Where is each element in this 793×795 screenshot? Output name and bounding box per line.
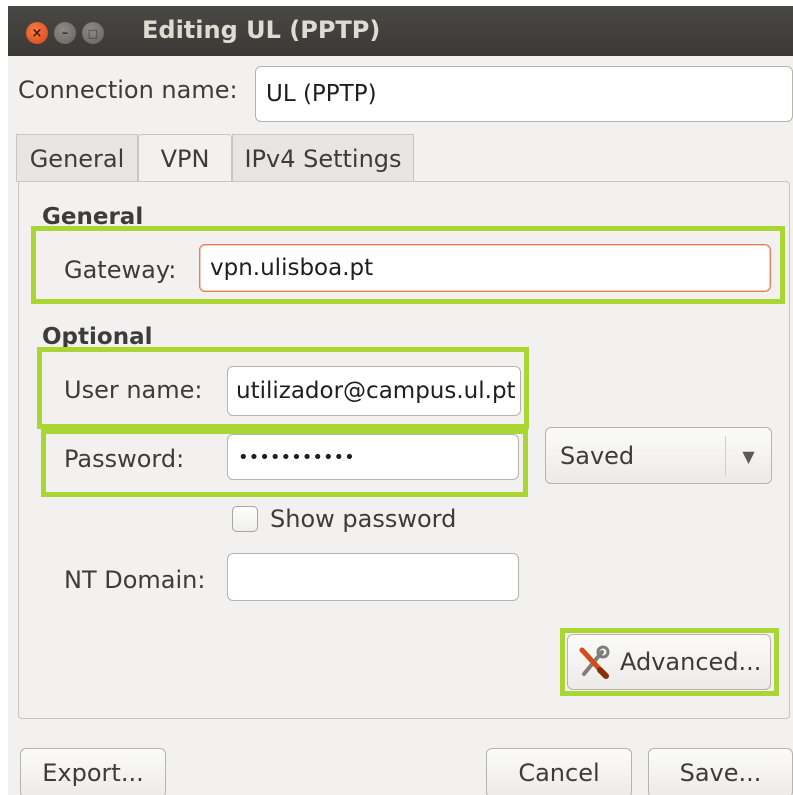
minimize-window-button[interactable]: – — [54, 22, 76, 44]
save-button[interactable]: Save... — [648, 748, 793, 795]
username-field[interactable]: utilizador@campus.ul.pt — [227, 366, 521, 416]
connection-name-value: UL (PPTP) — [266, 81, 377, 107]
connection-name-field[interactable]: UL (PPTP) — [255, 66, 793, 122]
advanced-button[interactable]: Advanced... — [567, 634, 771, 690]
redaction-box — [391, 250, 527, 286]
connection-editor-window: × – □ Editing UL (PPTP) Connection name:… — [8, 6, 793, 795]
password-value: ••••••••••• — [238, 446, 355, 468]
password-label: Password: — [64, 445, 185, 473]
close-window-button[interactable]: × — [26, 22, 48, 44]
cancel-button[interactable]: Cancel — [486, 748, 632, 795]
window-title: Editing UL (PPTP) — [142, 16, 381, 44]
optional-section-heading: Optional — [42, 324, 153, 350]
username-label: User name: — [64, 376, 203, 404]
username-value: utilizador@campus.ul.pt — [236, 378, 516, 404]
advanced-button-label: Advanced... — [620, 648, 762, 676]
tab-ipv4-settings[interactable]: IPv4 Settings — [232, 134, 414, 182]
nt-domain-field[interactable] — [227, 553, 519, 601]
title-bar: × – □ Editing UL (PPTP) — [8, 6, 793, 56]
show-password-checkbox[interactable] — [232, 506, 258, 532]
close-icon: × — [31, 25, 43, 41]
nt-domain-label: NT Domain: — [64, 566, 206, 594]
chevron-down-icon: ▼ — [725, 436, 771, 476]
general-section-heading: General — [42, 204, 144, 230]
gateway-label: Gateway: — [64, 256, 177, 284]
gateway-value: vpn.ulisboa.pt — [210, 255, 374, 281]
connection-name-label: Connection name: — [18, 76, 238, 104]
show-password-label[interactable]: Show password — [270, 505, 456, 533]
maximize-window-button[interactable]: □ — [82, 22, 104, 44]
tools-icon — [576, 644, 612, 680]
password-storage-dropdown[interactable]: Saved ▼ — [545, 427, 772, 484]
export-button[interactable]: Export... — [20, 748, 166, 795]
minimize-icon: – — [61, 25, 69, 41]
tab-general[interactable]: General — [16, 134, 138, 182]
maximize-icon: □ — [87, 26, 99, 40]
password-field[interactable]: ••••••••••• — [227, 434, 519, 480]
password-storage-value: Saved — [560, 441, 635, 470]
tab-vpn[interactable]: VPN — [138, 134, 232, 183]
